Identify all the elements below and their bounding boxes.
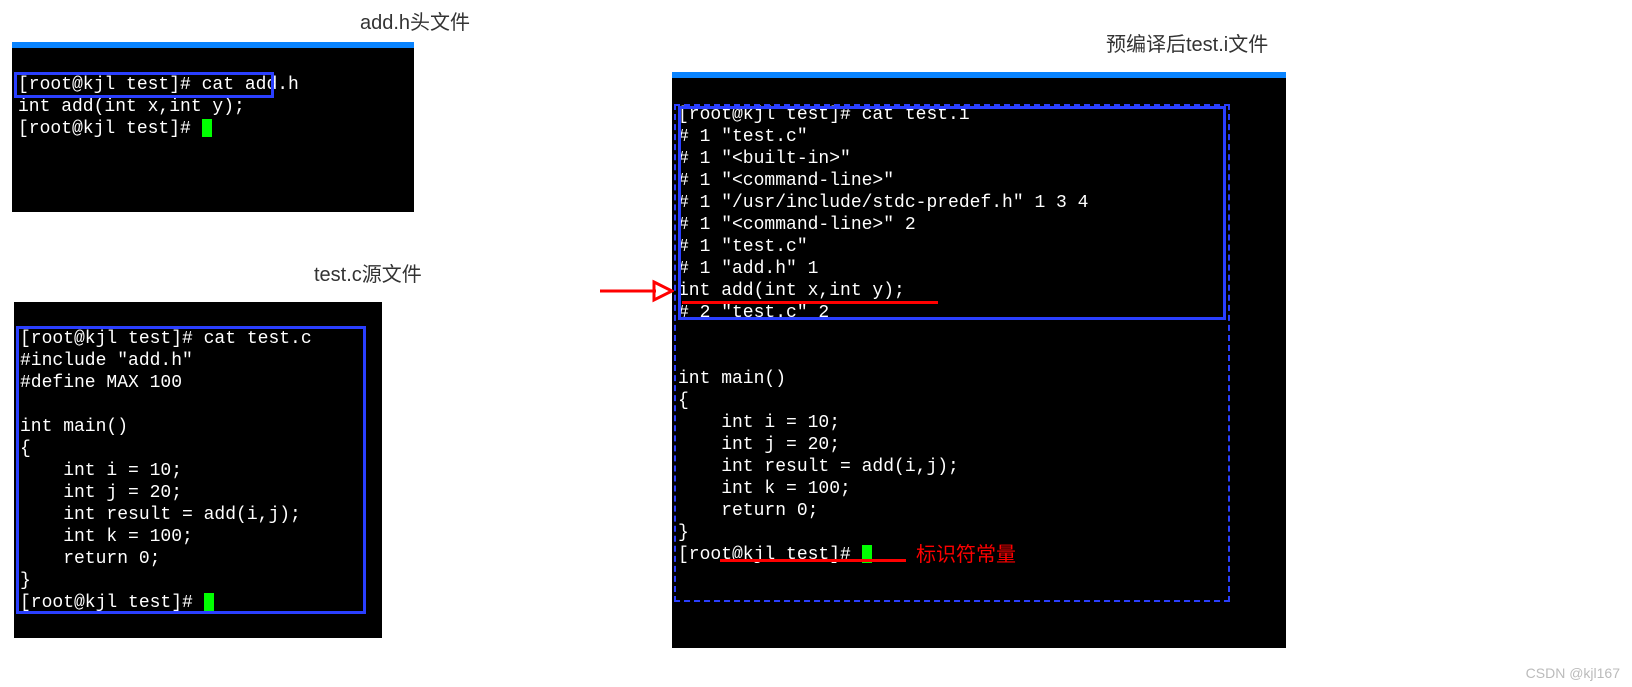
testc-title-label: test.c源文件: [314, 258, 422, 287]
testi-prompt2: [root@kjl test]#: [678, 545, 862, 565]
testi-line-add: int add(int x,int y);: [678, 281, 905, 301]
testi-title-label: 预编译后test.i文件: [1106, 28, 1268, 57]
testi-prompt1: [root@kjl test]# cat test.i: [678, 105, 970, 125]
cursor-icon: [202, 119, 212, 137]
testc-body: #include "add.h" #define MAX 100 int mai…: [20, 351, 301, 591]
arrow-icon: [596, 276, 674, 306]
watermark-text: CSDN @kjl167: [1526, 665, 1620, 681]
testi-body-top: # 1 "test.c" # 1 "<built-in>" # 1 "<comm…: [678, 127, 1088, 279]
testi-line-after: # 2 "test.c" 2: [678, 303, 829, 323]
cursor-icon: [204, 593, 214, 611]
addh-line1: int add(int x,int y);: [18, 97, 245, 117]
addh-terminal: [root@kjl test]# cat add.h int add(int x…: [12, 48, 414, 212]
testc-prompt1: [root@kjl test]# cat test.c: [20, 329, 312, 349]
testc-prompt2: [root@kjl test]#: [20, 593, 204, 613]
cursor-icon: [862, 545, 872, 563]
addh-prompt2: [root@kjl test]#: [18, 119, 202, 139]
annotation-identifier-constant: 标识符常量: [916, 538, 1016, 567]
testi-body-main: int main() { int i = 10; int j = 20; int…: [678, 369, 959, 543]
testc-terminal: [root@kjl test]# cat test.c #include "ad…: [14, 302, 382, 638]
addh-title-label: add.h头文件: [360, 6, 470, 35]
addh-prompt1: [root@kjl test]# cat add.h: [18, 75, 299, 95]
